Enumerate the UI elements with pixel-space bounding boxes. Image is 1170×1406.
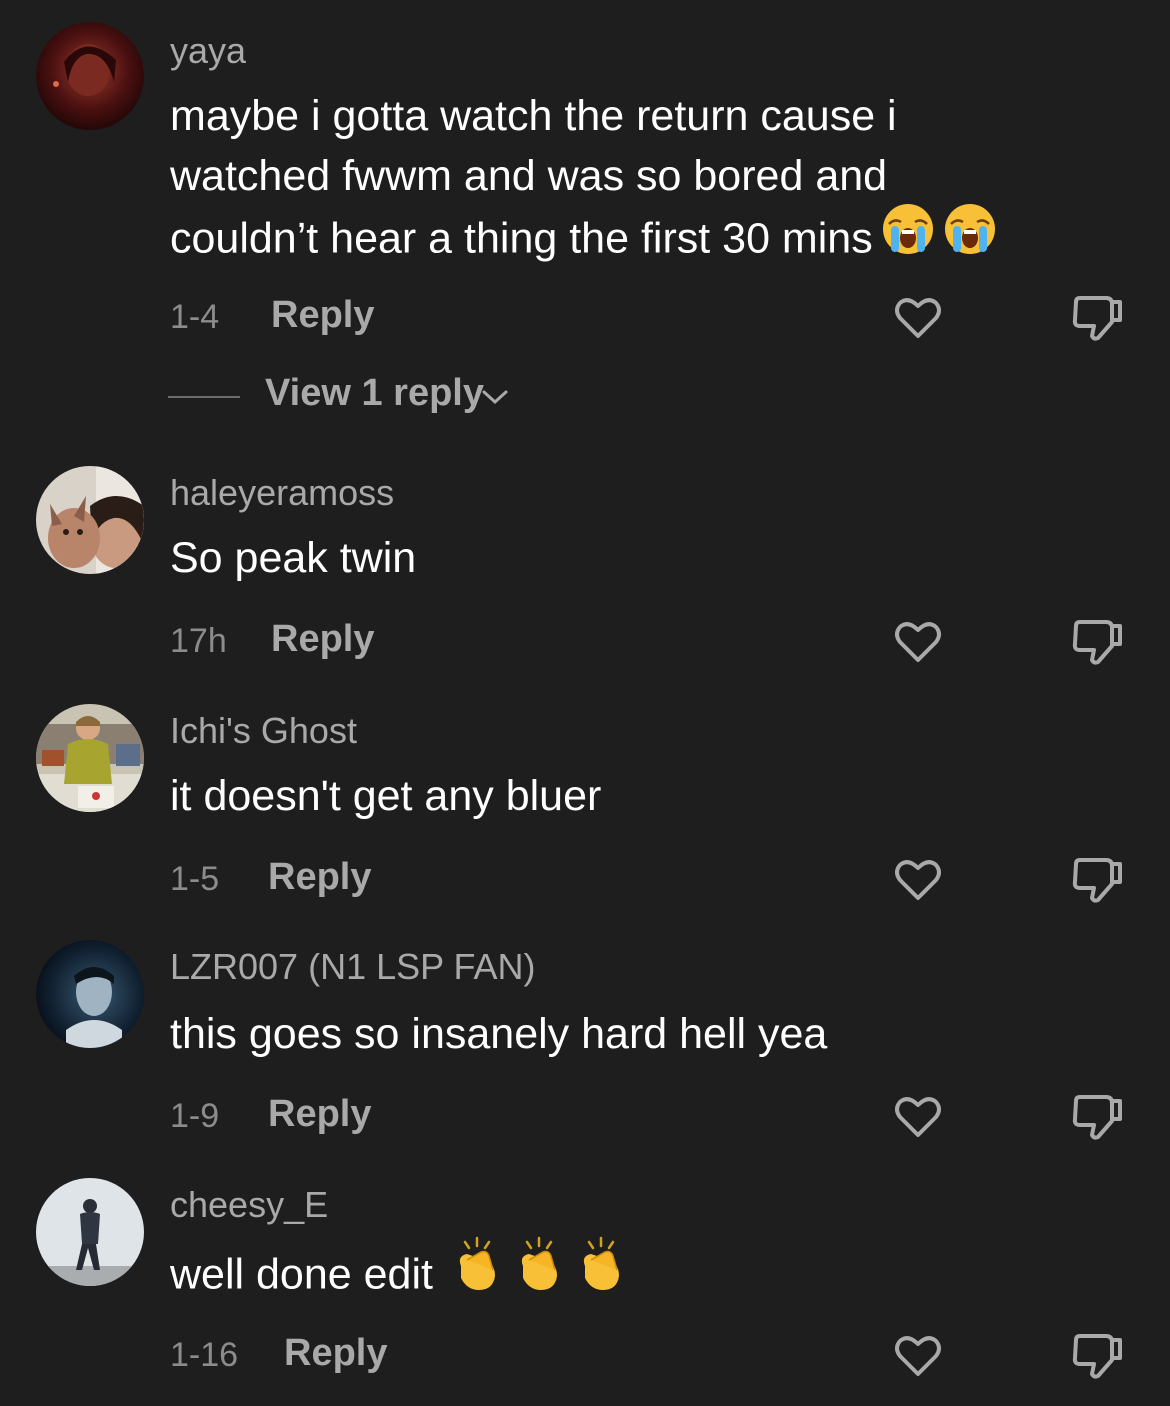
view-replies-button[interactable]: View 1 reply <box>168 372 528 422</box>
view-replies-label: View 1 reply <box>265 372 484 414</box>
comment: Ichi's Ghost it doesn't get any bluer 1-… <box>0 680 1170 916</box>
comment-text-line: watched fwwm and was so bored and <box>170 152 888 200</box>
reply-button[interactable]: Reply <box>268 1093 371 1136</box>
avatar[interactable] <box>36 1178 144 1286</box>
comment-time: 1-5 <box>170 860 220 898</box>
avatar-image <box>36 940 144 1048</box>
comment-text: this goes so insanely hard hell yea <box>170 1004 1130 1064</box>
like-button[interactable] <box>890 1089 946 1145</box>
comment-text-line: couldn’t hear a thing the first 30 mins … <box>170 204 1130 276</box>
reply-button[interactable]: Reply <box>284 1332 387 1375</box>
avatar-image <box>36 22 144 130</box>
comment-time: 1-4 <box>170 298 220 336</box>
dislike-button[interactable] <box>1068 614 1124 670</box>
thumbs-down-outline-icon <box>1072 296 1122 341</box>
comment-text: it doesn't get any bluer <box>170 766 1130 826</box>
comment-text: well done edit 👏👏👏 <box>170 1236 1130 1314</box>
heart-outline-icon <box>895 1336 941 1376</box>
username[interactable]: cheesy_E <box>170 1184 328 1226</box>
reply-button[interactable]: Reply <box>268 856 371 899</box>
comment-time: 1-9 <box>170 1097 220 1135</box>
divider <box>168 396 240 398</box>
emoji-graphic <box>882 204 995 254</box>
avatar-image <box>36 1178 144 1286</box>
dislike-button[interactable] <box>1068 290 1124 346</box>
avatar-image <box>36 466 144 574</box>
comment: LZR007 (N1 LSP FAN) this goes so insanel… <box>0 916 1170 1154</box>
username[interactable]: yaya <box>170 30 246 72</box>
clapping-hands-emoji-icon <box>451 1236 635 1310</box>
username[interactable]: Ichi's Ghost <box>170 710 357 752</box>
comment-text: maybe i gotta watch the return cause i w… <box>170 86 1130 276</box>
like-button[interactable] <box>890 1328 946 1384</box>
comment: haleyeramoss So peak twin 17h Reply <box>0 440 1170 680</box>
like-button[interactable] <box>890 290 946 346</box>
comment-time: 17h <box>170 622 227 660</box>
heart-outline-icon <box>895 1097 941 1137</box>
comment: cheesy_E well done edit 👏👏👏 1-16 Reply <box>0 1154 1170 1406</box>
thumbs-down-outline-icon <box>1072 1334 1122 1379</box>
avatar[interactable] <box>36 466 144 574</box>
comment-text-line: maybe i gotta watch the return cause i <box>170 92 897 140</box>
chevron-down-icon <box>482 390 508 405</box>
reply-button[interactable]: Reply <box>271 618 374 661</box>
heart-outline-icon <box>895 860 941 900</box>
dislike-button[interactable] <box>1068 1089 1124 1145</box>
comment-text-line: it doesn't get any bluer <box>170 772 602 820</box>
comment-text-line-content: well done edit <box>170 1250 433 1299</box>
reply-button[interactable]: Reply <box>271 294 374 337</box>
username[interactable]: LZR007 (N1 LSP FAN) <box>170 946 535 988</box>
like-button[interactable] <box>890 852 946 908</box>
like-button[interactable] <box>890 614 946 670</box>
avatar[interactable] <box>36 704 144 812</box>
thumbs-down-outline-icon <box>1072 1095 1122 1140</box>
emoji-graphic <box>459 1236 619 1290</box>
comment-text-line-content: couldn’t hear a thing the first 30 mins <box>170 214 873 263</box>
comment-text-line: this goes so insanely hard hell yea <box>170 1010 828 1058</box>
comment-text-line: So peak twin <box>170 534 417 582</box>
dislike-button[interactable] <box>1068 1328 1124 1384</box>
comment-text-line: well done edit 👏👏👏 <box>170 1236 1130 1314</box>
thumbs-down-outline-icon <box>1072 858 1122 903</box>
thumbs-down-outline-icon <box>1072 620 1122 665</box>
avatar[interactable] <box>36 940 144 1048</box>
username[interactable]: haleyeramoss <box>170 472 394 514</box>
heart-outline-icon <box>895 622 941 662</box>
comment-text: So peak twin <box>170 528 1130 588</box>
comment: yaya maybe i gotta watch the return caus… <box>0 0 1170 440</box>
heart-outline-icon <box>895 298 941 338</box>
avatar-image <box>36 704 144 812</box>
avatar[interactable] <box>36 22 144 130</box>
crying-face-emoji-icon <box>881 202 1001 272</box>
dislike-button[interactable] <box>1068 852 1124 908</box>
comment-time: 1-16 <box>170 1336 239 1374</box>
